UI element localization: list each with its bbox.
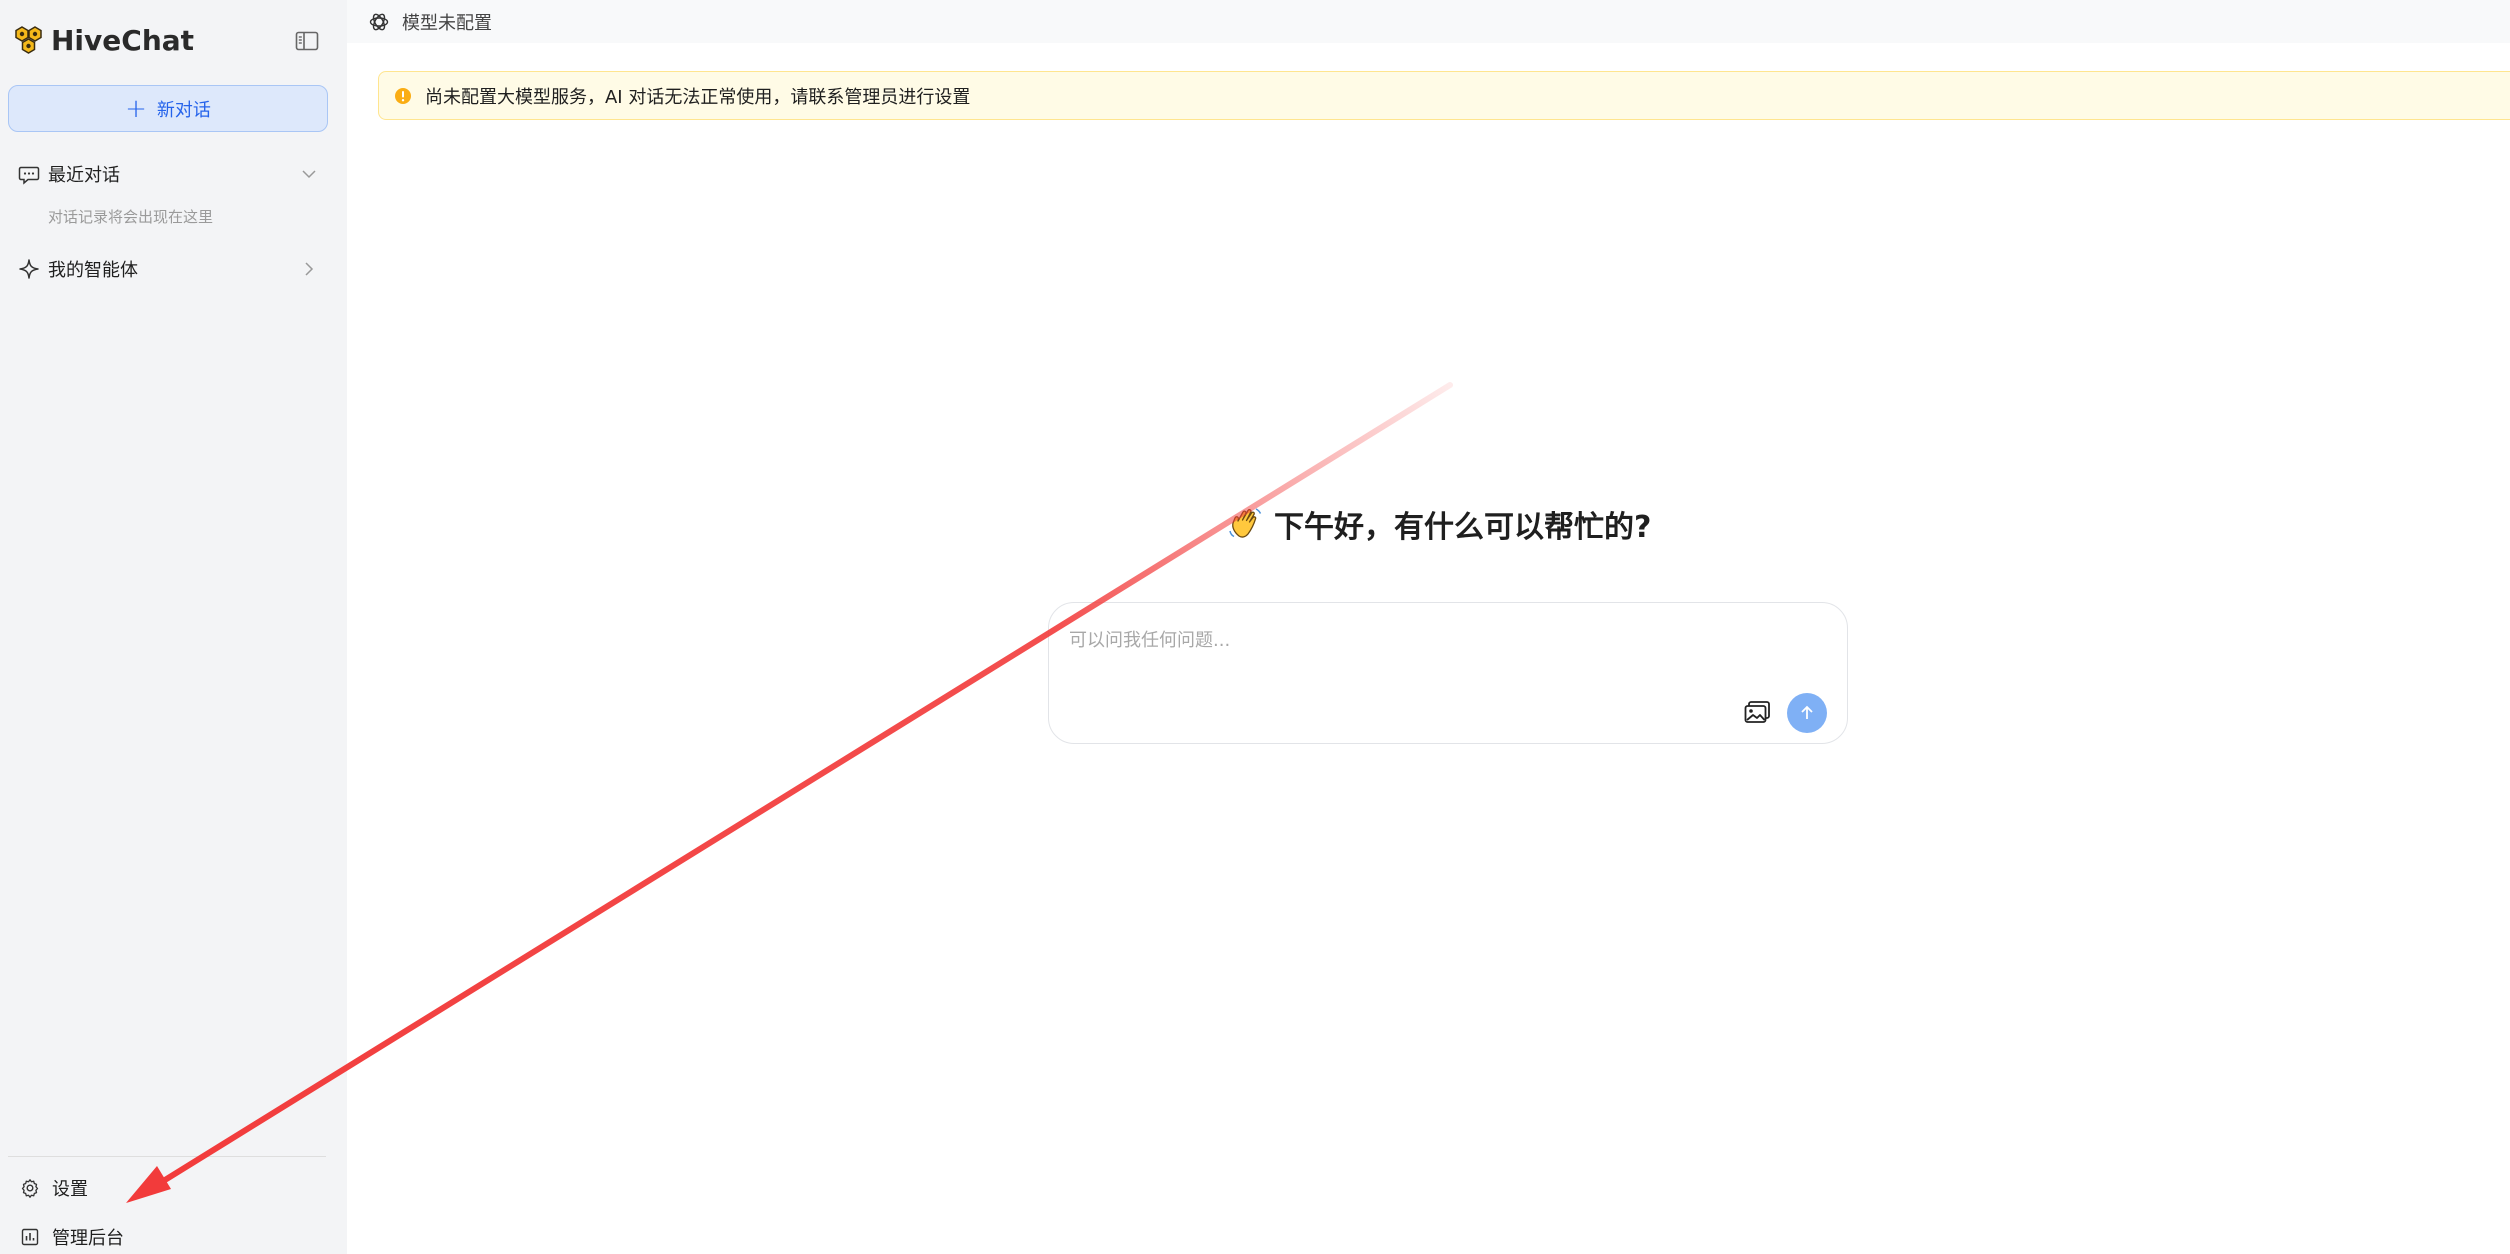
sidebar-divider [8, 1156, 326, 1157]
top-bar: 模型未配置 [347, 0, 2510, 43]
sparkle-icon [19, 259, 39, 279]
brand-name: HiveChat [51, 23, 195, 57]
brand[interactable]: HiveChat [13, 20, 194, 60]
sidebar-item-my-agents[interactable]: 我的智能体 [18, 252, 318, 286]
openai-icon [369, 13, 389, 30]
greeting: 下午好，有什么可以帮忙的? [1226, 501, 1651, 547]
sidebar-collapse-icon[interactable] [294, 28, 320, 54]
sidebar-item-settings[interactable]: 设置 [20, 1171, 320, 1205]
hive-logo-icon [15, 26, 42, 54]
settings-label: 设置 [52, 1179, 88, 1200]
recent-empty-text: 对话记录将会出现在这里 [48, 208, 214, 226]
greeting-text: 下午好，有什么可以帮忙的? [1274, 510, 1652, 545]
warning-icon [395, 87, 411, 104]
warning-banner: 尚未配置大模型服务，AI 对话无法正常使用，请联系管理员进行设置 [378, 71, 2510, 120]
chat-input-box [1048, 602, 1848, 744]
plus-icon: + [125, 93, 147, 124]
image-upload-icon[interactable] [1743, 698, 1773, 726]
sidebar-item-admin[interactable]: 管理后台 [20, 1220, 320, 1254]
warning-text: 尚未配置大模型服务，AI 对话无法正常使用，请联系管理员进行设置 [425, 86, 971, 108]
admin-label: 管理后台 [52, 1228, 124, 1249]
new-chat-button[interactable]: + 新对话 [8, 85, 328, 132]
dashboard-icon [21, 1228, 39, 1246]
sidebar-item-recent-chats[interactable]: 最近对话 [18, 157, 318, 191]
chevron-down-icon[interactable] [300, 165, 318, 183]
chat-input[interactable] [1069, 625, 1809, 655]
gear-icon [21, 1179, 39, 1198]
chevron-right-icon[interactable] [300, 260, 318, 278]
send-button[interactable] [1787, 693, 1827, 733]
new-chat-label: 新对话 [156, 99, 211, 121]
app-root: HiveChat + 新对话 最近对话 对话记录将会出现在这里 我的智能体 设置… [0, 0, 2510, 1254]
arrow-up-icon [1801, 705, 1813, 719]
waving-hand-icon [1229, 508, 1262, 538]
model-selector[interactable]: 模型未配置 [402, 9, 492, 35]
sidebar: HiveChat + 新对话 最近对话 对话记录将会出现在这里 我的智能体 设置… [0, 0, 347, 1254]
recent-chats-label: 最近对话 [48, 165, 120, 186]
chat-bubble-icon [18, 166, 40, 185]
my-agents-label: 我的智能体 [48, 260, 138, 281]
